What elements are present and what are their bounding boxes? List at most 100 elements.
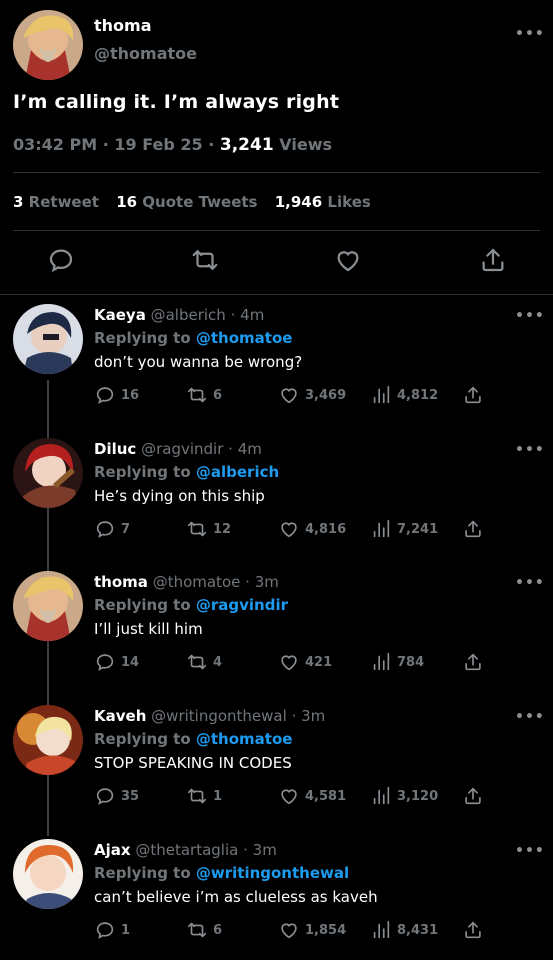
reply-button[interactable]: 1 (94, 919, 130, 941)
replying-to: Replying to @writingonthewal (94, 864, 350, 882)
avatar-kaveh-image (13, 705, 83, 775)
reply-icon (96, 654, 114, 671)
avatar[interactable] (13, 705, 83, 775)
views-button[interactable]: 4,812 (370, 384, 438, 406)
reply-actions: 16 6 3,469 4,812 (0, 384, 553, 408)
reply-button[interactable]: 16 (94, 384, 139, 406)
like-count: 4,816 (305, 521, 347, 537)
avatar[interactable] (13, 839, 83, 909)
avatar-kaeya-image (13, 304, 83, 374)
more-icon[interactable]: ••• (515, 575, 545, 591)
replying-to-link[interactable]: @thomatoe (196, 329, 293, 347)
reply-tweet[interactable]: Diluc @ragvindir · 4m ••• Replying to @a… (0, 430, 553, 564)
avatar-diluc-image (13, 438, 83, 508)
reply-button[interactable]: 7 (94, 518, 130, 540)
share-button[interactable] (462, 785, 484, 807)
reply-time: 3m (301, 707, 326, 725)
reply-button[interactable]: 14 (94, 651, 139, 673)
share-icon (465, 921, 481, 939)
author-handle[interactable]: @thomatoe (94, 44, 197, 63)
reply-actions: 1 6 1,854 8,431 (0, 919, 553, 943)
more-icon[interactable]: ••• (515, 442, 545, 458)
replying-to-link[interactable]: @alberich (196, 463, 279, 481)
reply-icon (96, 387, 114, 404)
views-button[interactable]: 8,431 (370, 919, 438, 941)
more-icon[interactable]: ••• (515, 308, 545, 324)
share-button[interactable] (462, 384, 484, 406)
reply-author-handle[interactable]: @writingonthewal (151, 707, 287, 725)
more-icon[interactable]: ••• (515, 843, 545, 859)
reply-actions: 7 12 4,816 7,241 (0, 518, 553, 542)
reply-icon (96, 922, 114, 939)
retweet-button[interactable]: 6 (186, 919, 222, 941)
reply-header: thoma @thomatoe · 3m (94, 573, 279, 591)
like-button[interactable]: 1,854 (278, 919, 346, 941)
quote-stat[interactable]: 16 Quote Tweets (116, 193, 257, 211)
like-button[interactable]: 4,581 (278, 785, 346, 807)
reply-header: Ajax @thetartaglia · 3m (94, 841, 277, 859)
retweet-button[interactable]: 4 (186, 651, 222, 673)
reply-actions: 14 4 421 784 (0, 651, 553, 675)
retweet-button[interactable]: 6 (186, 384, 222, 406)
reply-icon[interactable] (46, 245, 76, 275)
reply-author-handle[interactable]: @thetartaglia (135, 841, 238, 859)
avatar[interactable] (13, 571, 83, 641)
like-button[interactable]: 3,469 (278, 384, 346, 406)
like-count: 1,854 (305, 922, 347, 938)
reply-author-name[interactable]: thoma (94, 573, 148, 591)
share-icon (465, 787, 481, 805)
avatar[interactable] (13, 438, 83, 508)
avatar-ajax-image (13, 839, 83, 909)
reply-author-handle[interactable]: @ragvindir (141, 440, 223, 458)
tweet-date: 19 Feb 25 (114, 135, 203, 154)
reply-author-name[interactable]: Diluc (94, 440, 136, 458)
retweet-count: 6 (213, 387, 223, 403)
heart-icon[interactable] (333, 245, 363, 275)
share-button[interactable] (462, 518, 484, 540)
reply-author-handle[interactable]: @alberich (151, 306, 226, 324)
views-button[interactable]: 7,241 (370, 518, 438, 540)
divider (13, 172, 540, 173)
likes-stat[interactable]: 1,946 Likes (275, 193, 371, 211)
reply-author-name[interactable]: Ajax (94, 841, 131, 859)
heart-icon (281, 923, 297, 939)
replying-to-link[interactable]: @ragvindir (196, 596, 288, 614)
like-button[interactable]: 421 (278, 651, 332, 673)
reply-tweet[interactable]: Kaveh @writingonthewal · 3m ••• Replying… (0, 697, 553, 831)
reply-count: 16 (121, 387, 140, 403)
views-label: Views (279, 135, 332, 154)
retweet-icon[interactable] (190, 245, 220, 275)
views-button[interactable]: 3,120 (370, 785, 438, 807)
replying-to-link[interactable]: @writingonthewal (196, 864, 349, 882)
reply-author-name[interactable]: Kaeya (94, 306, 146, 324)
reply-tweet[interactable]: thoma @thomatoe · 3m ••• Replying to @ra… (0, 563, 553, 697)
more-icon[interactable]: ••• (515, 709, 545, 725)
like-button[interactable]: 4,816 (278, 518, 346, 540)
reply-author-handle[interactable]: @thomatoe (153, 573, 241, 591)
views-icon (373, 519, 390, 538)
author-name[interactable]: thoma (94, 16, 152, 35)
reply-button[interactable]: 35 (94, 785, 139, 807)
avatar[interactable] (13, 304, 83, 374)
views-button[interactable]: 784 (370, 651, 424, 673)
heart-icon (281, 655, 297, 671)
views-count: 3,120 (397, 788, 439, 804)
more-icon[interactable]: ••• (515, 26, 545, 42)
views-count: 4,812 (397, 387, 439, 403)
reply-tweet[interactable]: Kaeya @alberich · 4m ••• Replying to @th… (0, 296, 553, 430)
retweet-stat[interactable]: 3 Retweet (13, 193, 99, 211)
retweet-button[interactable]: 1 (186, 785, 222, 807)
retweet-button[interactable]: 12 (186, 518, 231, 540)
reply-tweet[interactable]: Ajax @thetartaglia · 3m ••• Replying to … (0, 831, 553, 960)
replying-to: Replying to @ragvindir (94, 596, 289, 614)
share-button[interactable] (462, 919, 484, 941)
reply-author-name[interactable]: Kaveh (94, 707, 146, 725)
tweet-stats: 3 Retweet 16 Quote Tweets 1,946 Likes (13, 193, 371, 211)
share-button[interactable] (462, 651, 484, 673)
share-icon[interactable] (478, 245, 508, 275)
avatar[interactable] (13, 10, 83, 80)
retweet-count: 6 (213, 922, 223, 938)
reply-count: 14 (121, 654, 140, 670)
heart-icon (281, 789, 297, 805)
replying-to-link[interactable]: @thomatoe (196, 730, 293, 748)
